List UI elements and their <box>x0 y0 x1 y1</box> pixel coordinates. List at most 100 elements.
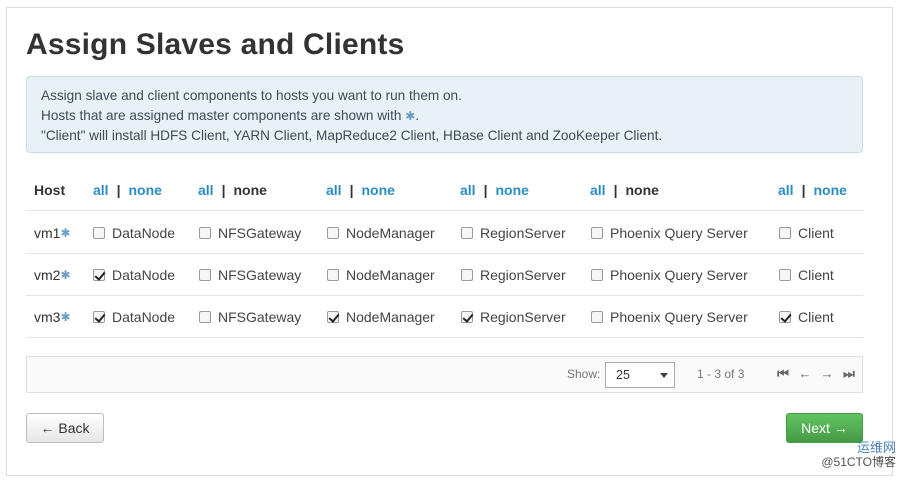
checkbox[interactable] <box>199 310 211 323</box>
component-label: NodeManager <box>346 224 435 241</box>
checkbox[interactable] <box>779 226 791 239</box>
page-range-info: 1 - 3 of 3 <box>697 367 745 381</box>
host-cell: vm1 ✱ <box>34 212 71 253</box>
info-line-2-text: Hosts that are assigned master component… <box>41 108 402 123</box>
component-checkbox-cell[interactable]: NodeManager <box>327 296 435 337</box>
select-none-nfsgateway-label: none <box>233 182 267 198</box>
page-title: Assign Slaves and Clients <box>26 28 405 61</box>
watermark: 运维网 @51CTO博客 <box>796 440 896 480</box>
nodemanager-header: all | none <box>326 170 395 210</box>
component-label: DataNode <box>112 224 176 241</box>
separator: | <box>349 182 354 198</box>
component-checkbox-cell[interactable]: NFSGateway <box>199 296 301 337</box>
checkbox[interactable] <box>199 226 211 239</box>
component-label: DataNode <box>112 308 176 325</box>
master-marker-icon: ✱ <box>60 225 71 240</box>
checkbox[interactable] <box>461 226 473 239</box>
checkbox[interactable] <box>93 310 105 323</box>
select-none-regionserver-link[interactable]: none <box>496 182 529 198</box>
checkbox[interactable] <box>327 310 339 323</box>
component-checkbox-cell[interactable]: RegionServer <box>461 296 566 337</box>
table-header-row: Host all | none all | none all | none al… <box>26 170 863 211</box>
component-checkbox-cell[interactable]: RegionServer <box>461 254 566 295</box>
component-checkbox-cell[interactable]: NodeManager <box>327 254 435 295</box>
back-button[interactable]: ← Back <box>26 413 104 443</box>
info-line-2: Hosts that are assigned master component… <box>41 106 848 126</box>
component-checkbox-cell[interactable]: Client <box>779 212 834 253</box>
select-all-client-link[interactable]: all <box>778 182 794 198</box>
component-label: Phoenix Query Server <box>610 308 748 325</box>
select-none-datanode-link[interactable]: none <box>129 182 162 198</box>
table-row: vm2 ✱ DataNode NFSGateway NodeManager RegionS… <box>26 254 863 296</box>
component-checkbox-cell[interactable]: NodeManager <box>327 212 435 253</box>
separator: | <box>221 182 226 198</box>
host-cell: vm3 ✱ <box>34 296 71 337</box>
info-line-3: "Client" will install HDFS Client, YARN … <box>41 128 663 143</box>
next-button[interactable]: Next → <box>786 413 863 443</box>
component-label: RegionServer <box>480 224 566 241</box>
checkbox[interactable] <box>779 310 791 323</box>
master-marker-icon: ✱ <box>60 267 71 282</box>
component-checkbox-cell[interactable]: Phoenix Query Server <box>591 212 748 253</box>
component-label: Phoenix Query Server <box>610 266 748 283</box>
watermark-line-2: @51CTO博客 <box>821 455 896 469</box>
component-label: RegionServer <box>480 308 566 325</box>
host-name: vm2 <box>34 266 61 283</box>
checkbox[interactable] <box>591 310 603 323</box>
component-checkbox-cell[interactable]: Phoenix Query Server <box>591 254 748 295</box>
component-checkbox-cell[interactable]: RegionServer <box>461 212 566 253</box>
component-label: NodeManager <box>346 266 435 283</box>
chevron-down-icon <box>660 373 668 378</box>
separator: | <box>801 182 806 198</box>
select-all-regionserver-link[interactable]: all <box>460 182 476 198</box>
next-page-icon[interactable]: → <box>819 365 835 383</box>
phoenix-header: all | none <box>590 170 659 210</box>
regionserver-header: all | none <box>460 170 529 210</box>
nfsgateway-header: all | none <box>198 170 267 210</box>
datanode-header: all | none <box>93 170 162 210</box>
previous-page-icon[interactable]: ← <box>797 365 813 383</box>
component-label: DataNode <box>112 266 176 283</box>
page-size-select[interactable]: 25 <box>605 362 675 388</box>
component-checkbox-cell[interactable]: Client <box>779 254 834 295</box>
checkbox[interactable] <box>327 226 339 239</box>
info-line-1: Assign slave and client components to ho… <box>41 88 462 103</box>
watermark-line-1: 运维网 <box>856 440 896 455</box>
first-page-icon[interactable]: ⏮ <box>775 365 791 383</box>
page-size-value: 25 <box>616 368 630 382</box>
checkbox[interactable] <box>93 268 105 281</box>
component-checkbox-cell[interactable]: NFSGateway <box>199 254 301 295</box>
checkbox[interactable] <box>461 268 473 281</box>
component-checkbox-cell[interactable]: DataNode <box>93 212 175 253</box>
select-none-nodemanager-link[interactable]: none <box>362 182 395 198</box>
select-all-phoenix-link[interactable]: all <box>590 182 606 198</box>
component-label: NFSGateway <box>218 308 302 325</box>
checkbox[interactable] <box>199 268 211 281</box>
component-label: NFSGateway <box>218 224 302 241</box>
checkbox[interactable] <box>461 310 473 323</box>
show-label: Show: <box>567 367 601 381</box>
component-checkbox-cell[interactable]: DataNode <box>93 254 175 295</box>
host-name: vm3 <box>34 308 61 325</box>
master-marker-icon: ✱ <box>60 309 71 324</box>
separator: | <box>116 182 121 198</box>
component-label: RegionServer <box>480 266 566 283</box>
select-none-client-link[interactable]: none <box>814 182 847 198</box>
component-checkbox-cell[interactable]: Phoenix Query Server <box>591 296 748 337</box>
checkbox[interactable] <box>93 226 105 239</box>
checkbox[interactable] <box>591 226 603 239</box>
table-pagination: Show: 25 1 - 3 of 3 ⏮ ← → ⏭ <box>26 356 863 393</box>
component-checkbox-cell[interactable]: DataNode <box>93 296 175 337</box>
component-label: Client <box>798 266 834 283</box>
component-checkbox-cell[interactable]: NFSGateway <box>199 212 301 253</box>
select-all-nodemanager-link[interactable]: all <box>326 182 342 198</box>
checkbox[interactable] <box>779 268 791 281</box>
checkbox[interactable] <box>591 268 603 281</box>
last-page-icon[interactable]: ⏭ <box>841 365 857 383</box>
select-all-nfsgateway-link[interactable]: all <box>198 182 214 198</box>
component-checkbox-cell[interactable]: Client <box>779 296 834 337</box>
master-marker-icon: ✱ <box>405 109 416 123</box>
checkbox[interactable] <box>327 268 339 281</box>
component-label: Client <box>798 308 834 325</box>
select-all-datanode-link[interactable]: all <box>93 182 109 198</box>
